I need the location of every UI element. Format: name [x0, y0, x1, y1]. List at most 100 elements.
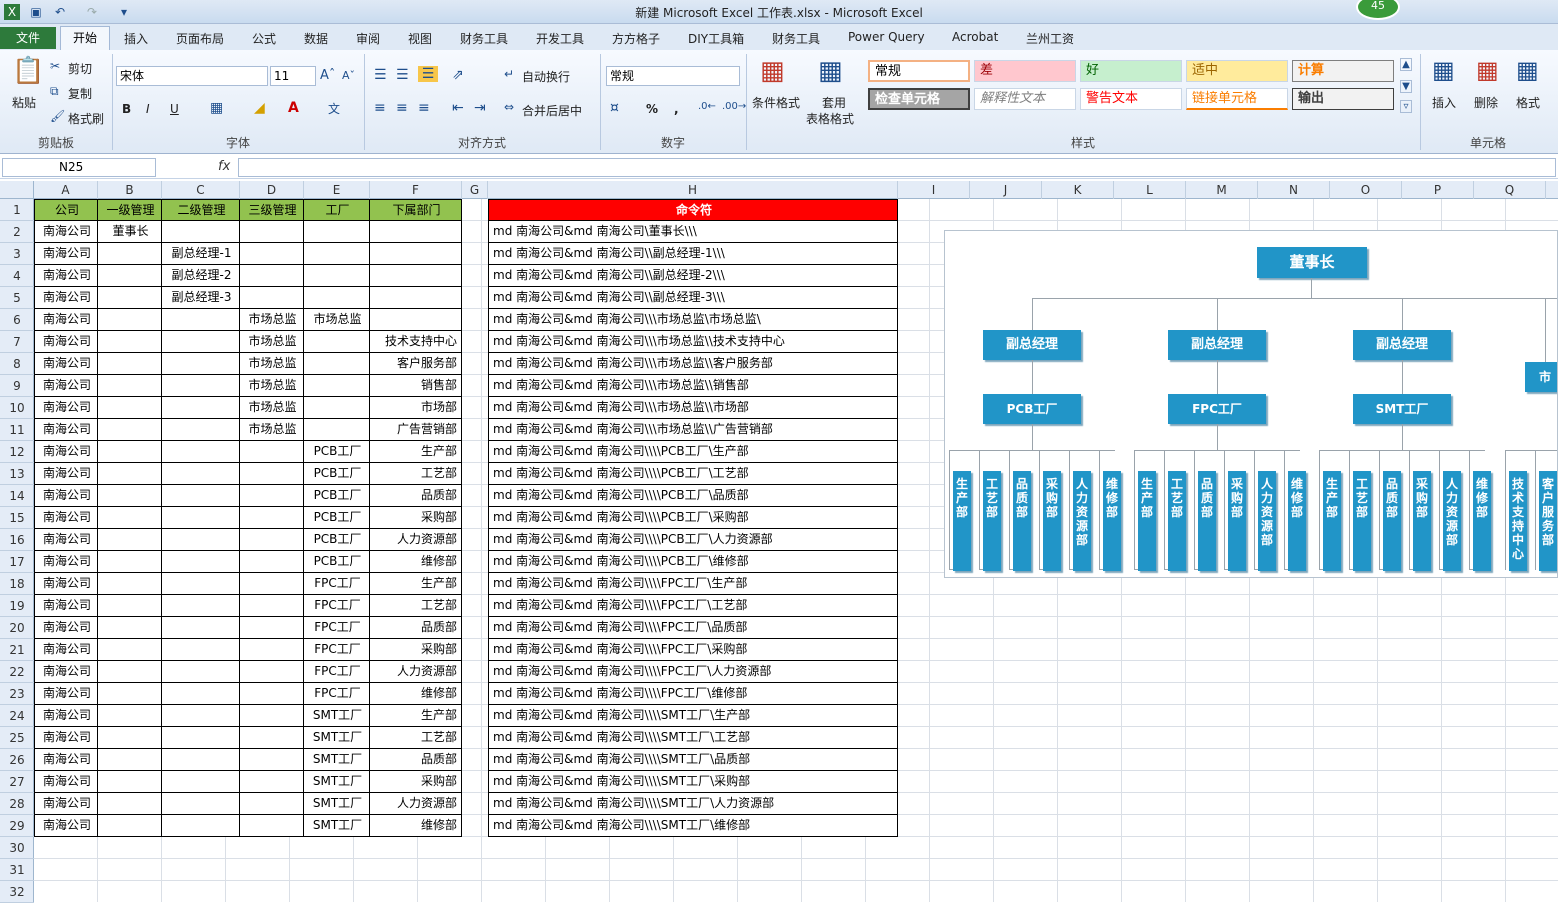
tab-page-layout[interactable]: 页面布局 — [176, 30, 224, 47]
org-box-department[interactable]: 客 户 服 务 部 — [1539, 471, 1557, 571]
align-bottom-icon[interactable]: ☰ — [418, 66, 438, 82]
command-cell[interactable]: md 南海公司&md 南海公司\\\\SMT工厂\采购部 — [488, 771, 898, 793]
table-cell[interactable]: 南海公司 — [34, 683, 98, 705]
header-cell-E[interactable]: 工厂 — [304, 199, 370, 221]
command-cell[interactable]: md 南海公司&md 南海公司\\\\FPC工厂\工艺部 — [488, 595, 898, 617]
table-cell[interactable] — [240, 507, 304, 529]
merge-center-button[interactable]: 合并后居中 — [522, 102, 582, 119]
table-cell[interactable]: 董事长 — [98, 221, 162, 243]
font-size-select[interactable]: 11 — [270, 66, 316, 86]
column-header-O[interactable]: O — [1330, 181, 1402, 199]
org-box-department[interactable]: 工 艺 部 — [1353, 471, 1371, 571]
command-cell[interactable]: md 南海公司&md 南海公司\\\\PCB工厂\品质部 — [488, 485, 898, 507]
italic-button[interactable]: I — [146, 102, 150, 116]
tab-finance-tools-2[interactable]: 财务工具 — [772, 30, 820, 47]
table-cell[interactable] — [162, 661, 240, 683]
font-name-select[interactable]: 宋体 — [116, 66, 268, 86]
table-cell[interactable]: 南海公司 — [34, 221, 98, 243]
table-cell[interactable]: PCB工厂 — [304, 463, 370, 485]
style-cell-linked[interactable]: 链接单元格 — [1186, 88, 1288, 110]
table-cell[interactable]: 采购部 — [370, 771, 462, 793]
table-cell[interactable]: SMT工厂 — [304, 705, 370, 727]
command-cell[interactable]: md 南海公司&md 南海公司\\\市场总监\市场总监\ — [488, 309, 898, 331]
row-header-27[interactable]: 27 — [0, 771, 34, 793]
table-cell[interactable] — [98, 485, 162, 507]
table-cell[interactable]: 南海公司 — [34, 353, 98, 375]
org-box-department[interactable]: 生 产 部 — [1138, 471, 1156, 571]
styles-more-icon[interactable]: ▿ — [1400, 100, 1412, 113]
styles-scroll-up-icon[interactable]: ▲ — [1400, 58, 1412, 71]
table-cell[interactable] — [162, 441, 240, 463]
column-header-Q[interactable]: Q — [1474, 181, 1546, 199]
row-header-1[interactable]: 1 — [0, 199, 34, 221]
wrap-text-button[interactable]: 自动换行 — [522, 68, 570, 85]
format-as-table-icon[interactable]: ▦ — [818, 56, 843, 86]
paste-button[interactable]: 粘贴 — [12, 94, 36, 111]
table-cell[interactable] — [98, 463, 162, 485]
select-all-corner[interactable] — [0, 181, 34, 199]
table-cell[interactable] — [98, 353, 162, 375]
styles-scroll-down-icon[interactable]: ▼ — [1400, 80, 1412, 93]
row-header-12[interactable]: 12 — [0, 441, 34, 463]
org-box-department[interactable]: 维 修 部 — [1288, 471, 1306, 571]
org-box-department[interactable]: 技 术 支 持 中 心 — [1509, 471, 1527, 571]
org-box-department[interactable]: 采 购 部 — [1413, 471, 1431, 571]
table-cell[interactable] — [162, 507, 240, 529]
command-cell[interactable]: md 南海公司&md 南海公司\\\\PCB工厂\人力资源部 — [488, 529, 898, 551]
font-color-icon[interactable]: A — [288, 100, 299, 116]
command-cell[interactable]: md 南海公司&md 南海公司\\\\FPC工厂\生产部 — [488, 573, 898, 595]
table-cell[interactable]: 南海公司 — [34, 243, 98, 265]
command-cell[interactable]: md 南海公司&md 南海公司\\\\PCB工厂\生产部 — [488, 441, 898, 463]
row-header-8[interactable]: 8 — [0, 353, 34, 375]
table-cell[interactable] — [240, 617, 304, 639]
header-cell-H[interactable]: 命令符 — [488, 199, 898, 221]
row-header-5[interactable]: 5 — [0, 287, 34, 309]
table-cell[interactable]: 采购部 — [370, 639, 462, 661]
table-cell[interactable]: 市场总监 — [240, 309, 304, 331]
copy-icon[interactable]: ⧉ — [50, 84, 59, 99]
table-cell[interactable] — [162, 705, 240, 727]
table-cell[interactable]: 销售部 — [370, 375, 462, 397]
table-cell[interactable]: 工艺部 — [370, 595, 462, 617]
table-cell[interactable] — [370, 287, 462, 309]
table-cell[interactable] — [98, 441, 162, 463]
table-cell[interactable]: PCB工厂 — [304, 551, 370, 573]
table-cell[interactable]: 南海公司 — [34, 727, 98, 749]
table-cell[interactable] — [304, 243, 370, 265]
grow-font-icon[interactable]: Aˆ — [320, 68, 335, 83]
command-cell[interactable]: md 南海公司&md 南海公司\\\\PCB工厂\采购部 — [488, 507, 898, 529]
style-cell-check[interactable]: 检查单元格 — [868, 88, 970, 110]
row-header-14[interactable]: 14 — [0, 485, 34, 507]
org-box-department[interactable]: 人 力 资 源 部 — [1443, 471, 1461, 571]
style-cell-bad[interactable]: 差 — [974, 60, 1076, 82]
row-header-2[interactable]: 2 — [0, 221, 34, 243]
table-cell[interactable] — [98, 573, 162, 595]
wrap-text-icon[interactable]: ↵ — [504, 67, 514, 81]
table-cell[interactable] — [98, 507, 162, 529]
format-as-table-button-line1[interactable]: 套用 — [822, 94, 846, 111]
row-header-16[interactable]: 16 — [0, 529, 34, 551]
table-cell[interactable]: 南海公司 — [34, 793, 98, 815]
column-header-L[interactable]: L — [1114, 181, 1186, 199]
table-cell[interactable]: 副总经理-1 — [162, 243, 240, 265]
format-as-table-button-line2[interactable]: 表格格式 — [806, 110, 854, 127]
table-cell[interactable] — [240, 485, 304, 507]
table-cell[interactable] — [240, 243, 304, 265]
table-cell[interactable] — [240, 727, 304, 749]
align-top-icon[interactable]: ☰ — [374, 67, 387, 83]
table-cell[interactable]: 市场部 — [370, 397, 462, 419]
table-cell[interactable]: 人力资源部 — [370, 661, 462, 683]
table-cell[interactable]: 市场总监 — [240, 397, 304, 419]
org-box-department[interactable]: 品 质 部 — [1198, 471, 1216, 571]
table-cell[interactable] — [240, 573, 304, 595]
row-header-22[interactable]: 22 — [0, 661, 34, 683]
command-cell[interactable]: md 南海公司&md 南海公司\\\\PCB工厂\工艺部 — [488, 463, 898, 485]
org-box-department[interactable]: 品 质 部 — [1383, 471, 1401, 571]
table-cell[interactable]: 市场总监 — [240, 353, 304, 375]
table-cell[interactable] — [162, 375, 240, 397]
table-cell[interactable] — [98, 727, 162, 749]
table-cell[interactable] — [304, 265, 370, 287]
org-box-department[interactable]: 工 艺 部 — [1168, 471, 1186, 571]
org-box-factory[interactable]: PCB工厂 — [983, 394, 1081, 424]
column-header-P[interactable]: P — [1402, 181, 1474, 199]
